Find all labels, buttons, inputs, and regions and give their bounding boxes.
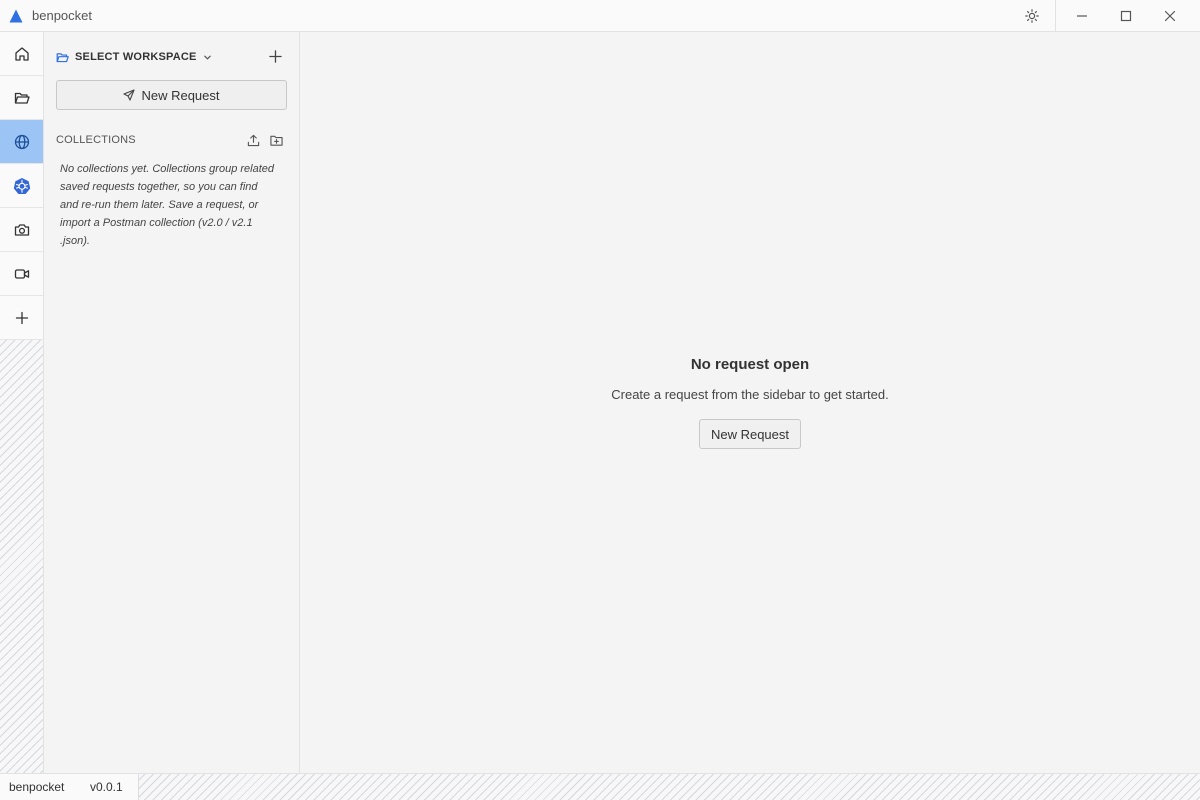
status-app-name: benpocket: [9, 780, 65, 794]
nav-home[interactable]: [0, 32, 43, 76]
status-info: benpocket v0.0.1: [0, 774, 139, 800]
chevron-down-icon: [203, 55, 211, 60]
maximize-button[interactable]: [1104, 0, 1148, 31]
status-bar: benpocket v0.0.1: [0, 773, 1200, 800]
nav-recording[interactable]: [0, 252, 43, 296]
new-request-button[interactable]: New Request: [56, 80, 287, 110]
minimize-icon: [1077, 14, 1087, 17]
workspace-label: SELECT WORKSPACE: [75, 51, 197, 63]
workspace-selector[interactable]: SELECT WORKSPACE: [56, 49, 212, 65]
collections-heading: COLLECTIONS: [56, 134, 136, 146]
empty-state-title: No request open: [690, 356, 810, 373]
nav-add[interactable]: [0, 296, 43, 340]
status-version: v0.0.1: [90, 780, 123, 794]
globe-icon: [14, 134, 29, 149]
app-title: benpocket: [32, 8, 92, 23]
new-collection-button[interactable]: [268, 132, 284, 148]
minimize-button[interactable]: [1060, 0, 1104, 31]
nav-http-client[interactable]: [0, 120, 43, 164]
theme-toggle-button[interactable]: [1010, 0, 1054, 31]
import-collection-button[interactable]: [245, 132, 261, 148]
nav-files[interactable]: [0, 76, 43, 120]
title-bar: benpocket: [0, 0, 1200, 32]
plus-icon: [15, 311, 28, 324]
titlebar-divider: [1055, 0, 1056, 31]
camera-icon: [14, 223, 29, 236]
empty-state-new-request-button[interactable]: New Request: [699, 419, 801, 449]
close-icon: [1164, 10, 1176, 21]
folder-icon: [14, 92, 30, 104]
sidebar: SELECT WORKSPACE New Request COLLECTIONS…: [44, 32, 300, 773]
app-logo-icon: [9, 9, 23, 23]
home-icon: [14, 46, 29, 61]
main-content: No request open Create a request from th…: [300, 32, 1200, 773]
kubernetes-icon: [13, 177, 30, 194]
collections-empty-message: No collections yet. Collections group re…: [60, 163, 275, 247]
nav-screenshot[interactable]: [0, 208, 43, 252]
add-workspace-button[interactable]: [266, 47, 284, 65]
upload-icon: [247, 134, 259, 146]
empty-state-subtitle: Create a request from the sidebar to get…: [611, 387, 889, 402]
nav-kubernetes[interactable]: [0, 164, 43, 208]
folder-open-icon: [56, 52, 69, 62]
folder-plus-icon: [269, 135, 283, 146]
sun-icon: [1025, 8, 1039, 23]
video-icon: [14, 268, 29, 279]
close-button[interactable]: [1148, 0, 1192, 31]
new-request-label: New Request: [141, 87, 220, 103]
maximize-icon: [1120, 10, 1132, 21]
activity-bar: [0, 32, 44, 773]
send-icon: [123, 89, 136, 101]
plus-icon: [268, 49, 282, 63]
